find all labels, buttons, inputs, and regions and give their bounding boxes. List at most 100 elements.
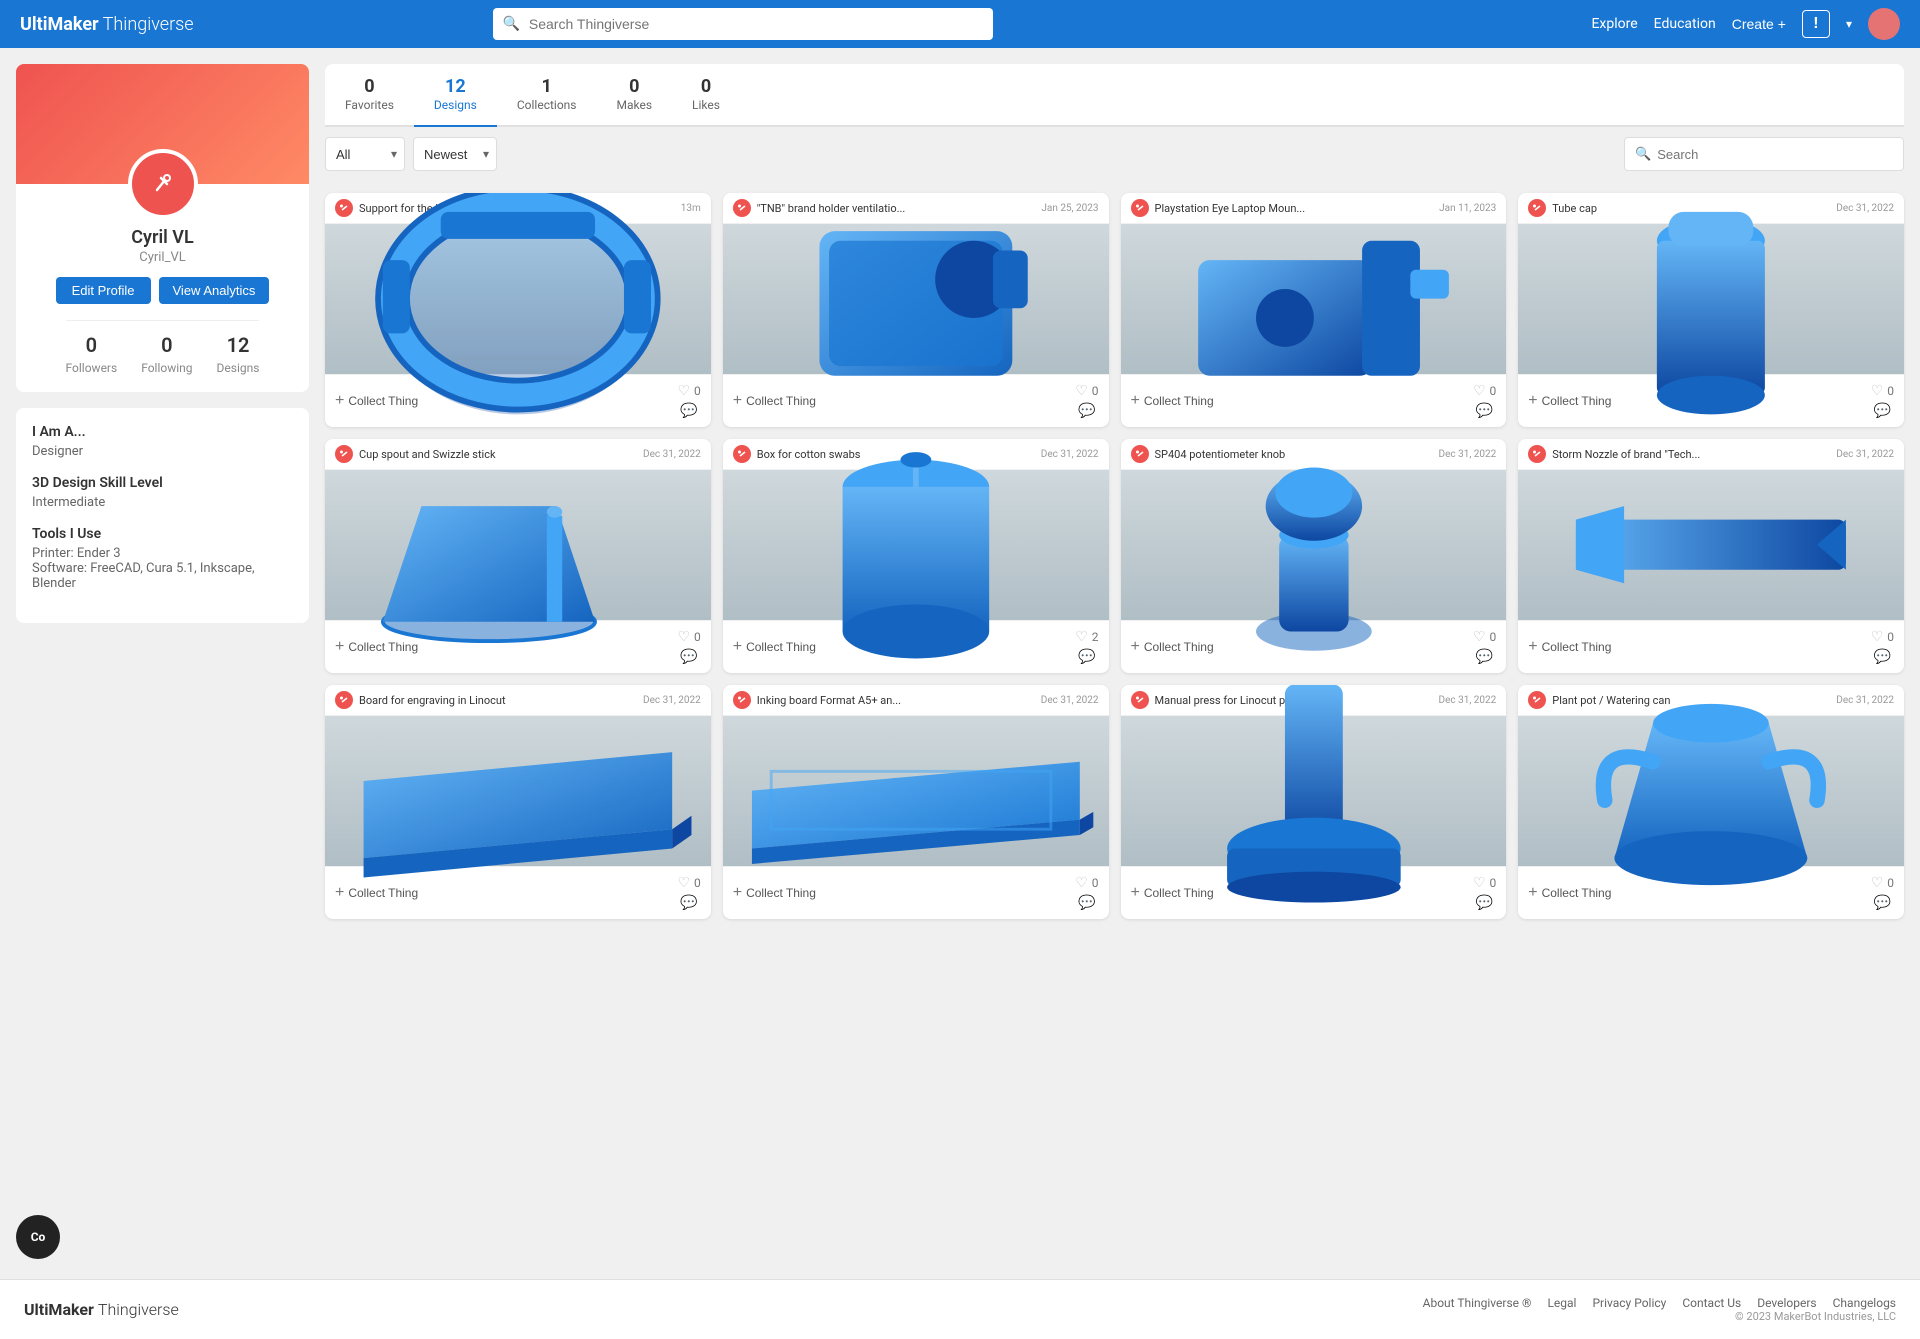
footer-link[interactable]: Changelogs	[1833, 1296, 1896, 1310]
following-count: 0	[141, 333, 192, 357]
tools-title: Tools I Use	[32, 526, 293, 542]
info-card: I Am A... Designer 3D Design Skill Level…	[16, 408, 309, 623]
followers-label: Followers	[66, 361, 118, 375]
comment-icon: 💬	[680, 403, 697, 419]
designs-stat: 12 Designs	[217, 333, 260, 376]
collect-label: Collect Thing	[1144, 394, 1214, 408]
collect-button[interactable]: + Collect Thing	[1131, 638, 1214, 656]
thing-card: Cup spout and Swizzle stick Dec 31, 2022…	[325, 439, 711, 673]
plus-icon: +	[335, 884, 344, 902]
collect-button[interactable]: + Collect Thing	[1528, 392, 1611, 410]
like-area: ♡ 0 💬	[1075, 875, 1098, 911]
thing-card: Manual press for Linocut print Dec 31, 2…	[1121, 685, 1507, 919]
footer: UltiMaker Thingiverse About Thingiverse …	[0, 1279, 1920, 1339]
footer-link[interactable]: Privacy Policy	[1592, 1296, 1666, 1310]
collect-button[interactable]: + Collect Thing	[1131, 392, 1214, 410]
footer-link[interactable]: Legal	[1547, 1296, 1576, 1310]
tab-favorites[interactable]: 0Favorites	[325, 64, 414, 127]
search-container: 🔍	[493, 8, 993, 40]
header-nav: Explore Education Create + ! ▾	[1591, 8, 1900, 40]
collect-button[interactable]: + Collect Thing	[733, 884, 816, 902]
footer-logo-light: Thingiverse	[98, 1300, 179, 1319]
like-count: 2	[1092, 630, 1099, 644]
header-logo: UltiMaker Thingiverse	[20, 14, 194, 35]
like-count: 0	[1092, 876, 1099, 890]
collect-button[interactable]: + Collect Thing	[335, 392, 418, 410]
plus-icon: +	[733, 884, 742, 902]
search-input[interactable]	[493, 8, 993, 40]
tools-software: Software: FreeCAD, Cura 5.1, Inkscape, B…	[32, 561, 293, 591]
like-area: ♡ 0 💬	[1075, 383, 1098, 419]
things-grid: Support for the bike counter 'Bryton ...…	[325, 193, 1904, 919]
like-row: ♡ 0	[1075, 875, 1098, 891]
like-area: ♡ 0 💬	[677, 383, 700, 419]
thing-image	[1518, 224, 1904, 374]
like-row: ♡ 0	[1871, 383, 1894, 399]
footer-copyright: © 2023 MakerBot Industries, LLC	[1423, 1310, 1896, 1323]
tab-likes[interactable]: 0Likes	[672, 64, 740, 127]
like-count: 0	[1887, 630, 1894, 644]
footer-link[interactable]: Developers	[1757, 1296, 1816, 1310]
footer-right: About Thingiverse ® Legal Privacy Policy Co…	[1423, 1296, 1896, 1323]
footer-link[interactable]: About Thingiverse ®	[1423, 1296, 1532, 1310]
tab-designs[interactable]: 12Designs	[414, 64, 497, 127]
followers-count: 0	[66, 333, 118, 357]
profile-name: Cyril VL	[131, 227, 193, 248]
designs-count: 12	[217, 333, 260, 357]
edit-profile-button[interactable]: Edit Profile	[56, 277, 151, 304]
thing-image	[1518, 716, 1904, 866]
footer-link[interactable]: Contact Us	[1682, 1296, 1741, 1310]
collect-label: Collect Thing	[746, 886, 816, 900]
thing-image	[1518, 470, 1904, 620]
like-area: ♡ 0 💬	[1473, 875, 1496, 911]
filter-newest-select[interactable]: Newest	[413, 137, 497, 171]
collect-button[interactable]: + Collect Thing	[1131, 884, 1214, 902]
filter-search-input[interactable]	[1657, 147, 1893, 162]
thing-image	[723, 716, 1109, 866]
thing-image	[723, 224, 1109, 374]
education-link[interactable]: Education	[1654, 16, 1716, 32]
collect-label: Collect Thing	[348, 886, 418, 900]
collect-label: Collect Thing	[1542, 886, 1612, 900]
footer-logo: UltiMaker Thingiverse	[24, 1300, 179, 1319]
collect-button[interactable]: + Collect Thing	[335, 638, 418, 656]
like-area: ♡ 0 💬	[677, 629, 700, 665]
filter-all-select[interactable]: All	[325, 137, 405, 171]
plus-icon: +	[1131, 884, 1140, 902]
collect-button[interactable]: + Collect Thing	[1528, 884, 1611, 902]
avatar-button[interactable]	[1868, 8, 1900, 40]
like-row: ♡ 0	[677, 875, 700, 891]
filter-search-icon: 🔍	[1635, 147, 1651, 162]
cookie-bubble[interactable]: Co	[16, 1215, 60, 1259]
create-button[interactable]: Create +	[1732, 16, 1786, 32]
collect-label: Collect Thing	[746, 640, 816, 654]
explore-link[interactable]: Explore	[1591, 16, 1637, 32]
iam-section: I Am A... Designer	[32, 424, 293, 459]
heart-icon: ♡	[1473, 629, 1486, 645]
sidebar: Cyril VL Cyril_VL Edit Profile View Anal…	[0, 48, 325, 1279]
thing-card: Box for cotton swabs Dec 31, 2022 + Coll…	[723, 439, 1109, 673]
like-area: ♡ 0 💬	[1871, 629, 1894, 665]
collect-button[interactable]: + Collect Thing	[1528, 638, 1611, 656]
collect-label: Collect Thing	[348, 640, 418, 654]
collect-button[interactable]: + Collect Thing	[733, 638, 816, 656]
tab-makes[interactable]: 0Makes	[597, 64, 673, 127]
heart-icon: ♡	[1075, 629, 1088, 645]
heart-icon: ♡	[1075, 383, 1088, 399]
collect-label: Collect Thing	[1542, 640, 1612, 654]
like-row: ♡ 0	[1075, 383, 1098, 399]
notification-button[interactable]: !	[1802, 10, 1830, 38]
logo-bold: UltiMaker	[20, 14, 99, 35]
view-analytics-button[interactable]: View Analytics	[159, 277, 270, 304]
thing-card: Support for the bike counter 'Bryton ...…	[325, 193, 711, 427]
tab-collections[interactable]: 1Collections	[497, 64, 597, 127]
skill-value: Intermediate	[32, 495, 293, 510]
collect-button[interactable]: + Collect Thing	[733, 392, 816, 410]
thing-card: Inking board Format A5+ an... Dec 31, 20…	[723, 685, 1109, 919]
chevron-down-icon[interactable]: ▾	[1846, 17, 1852, 31]
plus-icon: +	[1528, 392, 1537, 410]
like-count: 0	[694, 876, 701, 890]
designs-label: Designs	[217, 361, 260, 375]
comment-icon: 💬	[680, 895, 697, 911]
collect-button[interactable]: + Collect Thing	[335, 884, 418, 902]
